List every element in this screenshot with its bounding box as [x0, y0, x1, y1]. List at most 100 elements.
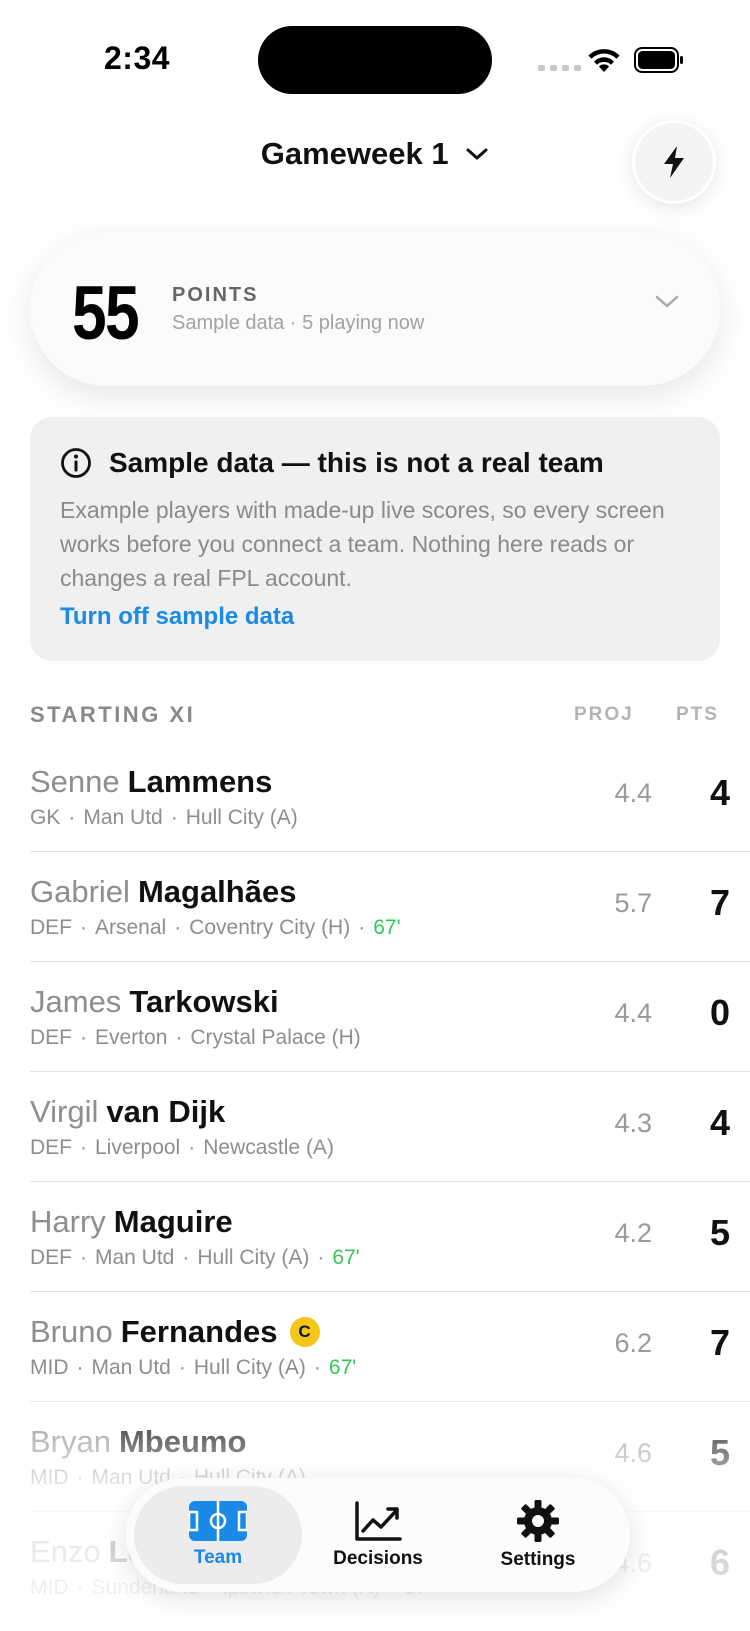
captain-badge: C — [289, 1317, 320, 1347]
player-row[interactable]: Bruno Fernandes C MID · Man Utd · Hull City … — [30, 1292, 750, 1402]
bolt-icon — [664, 146, 684, 178]
tab-team[interactable]: Team — [134, 1486, 302, 1584]
live-minute: 67' — [332, 1246, 360, 1269]
status-time: 2:34 — [104, 40, 171, 76]
player-position: GK — [30, 806, 61, 829]
player-first-name: Harry — [30, 1204, 106, 1239]
points-label: POINTS — [172, 284, 259, 306]
trend-chart-icon — [355, 1501, 402, 1541]
player-club: Man Utd — [95, 1246, 175, 1269]
player-projected-points: 4.2 — [614, 1218, 652, 1248]
player-projected-points: 4.4 — [614, 778, 652, 808]
player-name: Senne Lammens — [30, 764, 272, 800]
player-first-name: Gabriel — [30, 874, 130, 909]
sample-data-notice: Sample data — this is not a real team Ex… — [30, 417, 720, 661]
player-first-name: Bruno — [30, 1314, 113, 1349]
points-total: 55 — [72, 271, 140, 356]
separator-dot: · — [80, 916, 87, 939]
player-club: Arsenal — [95, 916, 167, 939]
dynamic-island — [258, 26, 492, 94]
player-row[interactable]: James Tarkowski DEF · Everton · Crystal Pala… — [30, 962, 750, 1072]
gear-icon — [517, 1500, 559, 1542]
live-minute: 67' — [373, 916, 401, 939]
player-meta: DEF · Everton · Crystal Palace (H) — [30, 1026, 361, 1050]
chevron-down-icon — [466, 148, 488, 160]
tab-label: Decisions — [333, 1548, 423, 1569]
separator-dot: · — [188, 1136, 196, 1159]
notice-title: Sample data — this is not a real team — [109, 447, 604, 478]
player-first-name: Senne — [30, 764, 120, 799]
player-position: DEF — [30, 916, 72, 939]
separator-dot: · — [182, 1246, 190, 1269]
live-minute: 67' — [328, 1356, 357, 1379]
player-projected-points: 4.4 — [614, 998, 652, 1028]
tab-decisions[interactable]: Decisions — [294, 1486, 462, 1584]
separator-dot: · — [313, 1356, 321, 1379]
player-last-name: van Dijk — [106, 1094, 226, 1129]
player-points: 7 — [709, 882, 730, 923]
player-fixture: Hull City (A) — [193, 1356, 306, 1379]
player-name: Bruno Fernandes C — [30, 1314, 320, 1350]
chevron-down-icon[interactable] — [654, 294, 680, 310]
player-projected-points: 6.2 — [614, 1328, 652, 1358]
player-last-name: Lammens — [127, 764, 273, 799]
player-points: 5 — [709, 1212, 730, 1253]
player-meta: MID · Man Utd · Hull City (A) · 67' — [30, 1356, 356, 1380]
player-row[interactable]: Virgil van Dijk DEF · Liverpool · Newcastle … — [30, 1072, 750, 1182]
player-club: Man Utd — [83, 806, 163, 829]
player-projected-points: 4.3 — [614, 1108, 652, 1138]
separator-dot: · — [80, 1026, 87, 1049]
points-summary-card[interactable]: 55 POINTS Sample data · 5 playing now — [30, 232, 720, 386]
player-position: DEF — [30, 1136, 72, 1159]
player-position: DEF — [30, 1026, 72, 1049]
cellular-signal-icon — [538, 65, 581, 71]
info-icon — [61, 448, 91, 478]
separator-dot: · — [174, 916, 182, 939]
player-fixture: Newcastle (A) — [203, 1136, 334, 1159]
tab-label: Team — [193, 1547, 243, 1568]
player-club: Liverpool — [95, 1136, 181, 1159]
player-name: Harry Maguire — [30, 1204, 233, 1240]
player-points: 4 — [709, 1102, 730, 1143]
separator-dot: · — [178, 1356, 186, 1379]
player-projected-points: 5.7 — [614, 888, 652, 918]
separator-dot: · — [358, 916, 366, 939]
player-row[interactable]: Gabriel Magalhães DEF · Arsenal · Coventry C… — [30, 852, 750, 962]
gameweek-title: Gameweek 1 — [260, 136, 449, 171]
wifi-icon — [588, 49, 620, 72]
battery-icon — [634, 47, 683, 73]
separator-dot: · — [68, 806, 76, 829]
player-last-name: Tarkowski — [129, 984, 279, 1019]
player-last-name: Maguire — [113, 1204, 233, 1239]
player-club: Everton — [95, 1026, 168, 1049]
player-name: James Tarkowski — [30, 984, 279, 1020]
player-points: 4 — [709, 772, 730, 813]
player-meta: DEF · Arsenal · Coventry City (H) · 67' — [30, 916, 401, 940]
player-name: Virgil van Dijk — [30, 1094, 225, 1130]
tab-label: Settings — [500, 1549, 576, 1570]
player-position: MID — [30, 1356, 69, 1379]
section-title: STARTING XI — [30, 702, 196, 727]
player-first-name: Virgil — [30, 1094, 99, 1129]
notice-body: Example players with made-up live scores… — [60, 497, 665, 591]
turn-off-sample-data-link[interactable]: Turn off sample data — [60, 603, 294, 631]
player-fixture: Hull City (A) — [185, 806, 298, 829]
tab-settings[interactable]: Settings — [454, 1486, 622, 1584]
tab-bar: Team Decisions Settings — [126, 1478, 630, 1592]
pitch-icon — [189, 1501, 247, 1541]
player-name: Gabriel Magalhães — [30, 874, 296, 910]
separator-dot: · — [175, 1026, 183, 1049]
live-action-button[interactable] — [632, 120, 716, 204]
player-fixture: Crystal Palace (H) — [190, 1026, 361, 1049]
separator-dot: · — [317, 1246, 325, 1269]
column-header-pts: PTS — [676, 704, 719, 725]
player-points: 7 — [709, 1322, 730, 1363]
player-meta: DEF · Man Utd · Hull City (A) · 67' — [30, 1246, 360, 1270]
player-club: Man Utd — [91, 1356, 171, 1379]
player-last-name: Magalhães — [137, 874, 297, 909]
player-row[interactable]: Senne Lammens GK · Man Utd · Hull City (A) 4… — [30, 742, 750, 852]
column-header-proj: PROJ — [574, 704, 634, 725]
player-first-name: James — [30, 984, 122, 1019]
player-row[interactable]: Harry Maguire DEF · Man Utd · Hull City (A) ·… — [30, 1182, 750, 1292]
player-meta: DEF · Liverpool · Newcastle (A) — [30, 1136, 334, 1160]
